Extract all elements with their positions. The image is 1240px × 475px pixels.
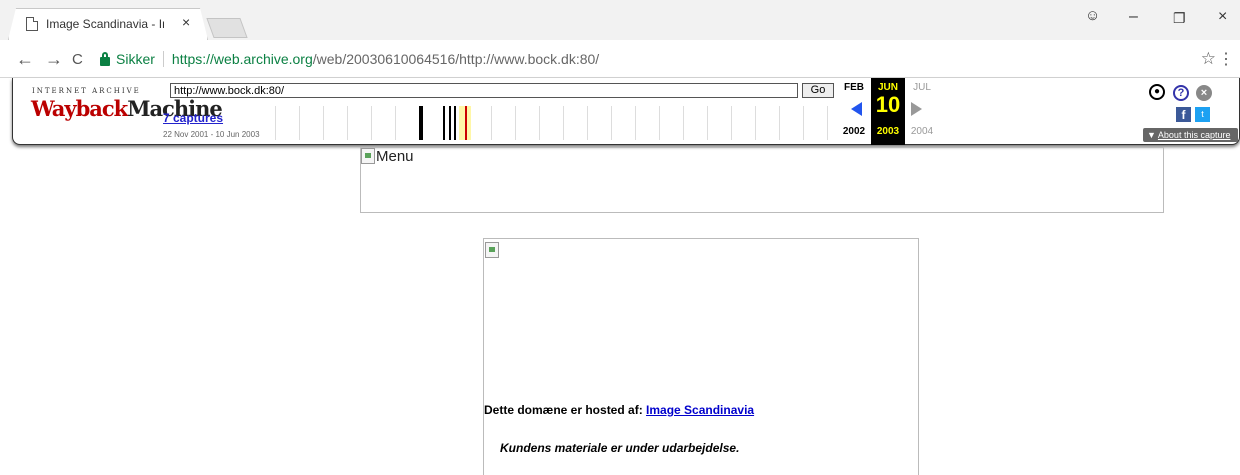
sparkline-divider [275, 106, 276, 140]
next-capture-arrow-icon [911, 102, 922, 116]
captures-link[interactable]: 7 captures [163, 111, 223, 125]
lock-icon [100, 51, 110, 66]
sparkline-divider [803, 106, 804, 140]
minimize-button[interactable]: – [1129, 8, 1138, 26]
sparkline-divider [371, 106, 372, 140]
menu-image[interactable]: Menu [361, 148, 414, 165]
sparkline-divider [707, 106, 708, 140]
sparkline-divider [635, 106, 636, 140]
wayback-toolbar: INTERNET ARCHIVE WaybackMachine Go 7 cap… [12, 78, 1240, 145]
hosted-by-text: Dette domæne er hosted af: Image Scandin… [484, 403, 754, 417]
capture-sparkline[interactable] [275, 106, 831, 140]
url-path: /web/20030610064516/http://www.bock.dk:8… [312, 51, 600, 67]
browser-menu-icon[interactable]: ⋮ [1218, 49, 1234, 69]
prev-year[interactable]: 2002 [839, 126, 869, 137]
sparkline-divider [755, 106, 756, 140]
secure-label: Sikker [116, 51, 155, 67]
about-capture-button[interactable]: ▼ About this capture [1143, 128, 1238, 142]
page-icon [26, 17, 38, 31]
twitter-icon[interactable]: t [1195, 107, 1210, 122]
sparkline-divider [779, 106, 780, 140]
content-frame: Dette domæne er hosted af: Image Scandin… [483, 238, 919, 475]
wayback-go-button[interactable]: Go [802, 83, 834, 98]
capture-bar [449, 106, 451, 140]
sparkline-divider [347, 106, 348, 140]
window-close-button[interactable]: × [1218, 8, 1227, 26]
menu-frame: Menu [360, 147, 1164, 213]
capture-bar [454, 106, 456, 140]
current-capture-date: JUN 10 2003 [871, 78, 905, 145]
user-account-icon[interactable]: ● [1149, 84, 1165, 100]
tab-close-icon[interactable]: × [182, 14, 1222, 30]
capture-bar [419, 106, 423, 140]
address-bar[interactable]: Sikker https://web.archive.org /web/2003… [96, 46, 1190, 72]
menu-image-alt: Menu [376, 148, 414, 165]
wayback-logo-caption: INTERNET ARCHIVE [32, 87, 141, 95]
new-tab-button[interactable] [206, 18, 248, 38]
tab-title: Image Scandinavia - Inte [46, 17, 164, 31]
sparkline-divider [587, 106, 588, 140]
close-toolbar-icon[interactable]: × [1196, 85, 1212, 101]
content-image [485, 242, 500, 258]
help-icon[interactable]: ? [1173, 85, 1189, 101]
sparkline-divider [395, 106, 396, 140]
browser-titlebar: Image Scandinavia - Inte × ☺ – ❐ × [0, 0, 1240, 40]
address-separator [162, 51, 164, 67]
sparkline-divider [827, 106, 828, 140]
current-capture-bar [465, 106, 467, 140]
wayback-logo-part1: Wayback [31, 96, 128, 121]
sparkline-divider [611, 106, 612, 140]
sparkline-divider [683, 106, 684, 140]
next-year: 2004 [910, 126, 934, 137]
browser-toolbar: ← → C Sikker https://web.archive.org /we… [0, 40, 1240, 78]
sparkline-divider [491, 106, 492, 140]
next-month: JUL [913, 82, 931, 93]
capture-range: 22 Nov 2001 - 10 Jun 2003 [163, 130, 260, 139]
sparkline-divider [323, 106, 324, 140]
tab-content: Image Scandinavia - Inte [26, 17, 164, 31]
broken-image-icon [485, 242, 499, 258]
sparkline-divider [515, 106, 516, 140]
hosted-prefix: Dette domæne er hosted af: [484, 403, 647, 417]
under-construction-text: Kundens materiale er under udarbejdelse. [500, 441, 740, 455]
bookmark-star-icon[interactable]: ☆ [1201, 49, 1216, 69]
sparkline-divider [299, 106, 300, 140]
facebook-icon[interactable]: f [1176, 107, 1191, 122]
sparkline-divider [539, 106, 540, 140]
wayback-url-input[interactable] [170, 83, 798, 98]
back-button[interactable]: ← [16, 49, 34, 70]
url-host: https://web.archive.org [171, 51, 313, 67]
broken-image-icon [361, 148, 375, 164]
sparkline-divider [659, 106, 660, 140]
sparkline-divider [731, 106, 732, 140]
prev-capture-arrow-icon[interactable] [851, 102, 862, 116]
prev-month[interactable]: FEB [839, 82, 869, 93]
image-scandinavia-link[interactable]: Image Scandinavia [646, 403, 754, 417]
current-year: 2003 [876, 126, 900, 137]
capture-bar [443, 106, 445, 140]
about-capture-label: About this capture [1157, 130, 1231, 140]
calendar-nav: FEB 2002 JUN 10 2003 JUL 2004 [839, 78, 959, 145]
current-day: 10 [875, 92, 901, 117]
forward-button[interactable]: → [45, 49, 63, 70]
sparkline-divider [563, 106, 564, 140]
account-icon[interactable]: ☺ [1085, 7, 1100, 24]
reload-button[interactable]: C [72, 51, 83, 68]
restore-button[interactable]: ❐ [1173, 10, 1186, 27]
